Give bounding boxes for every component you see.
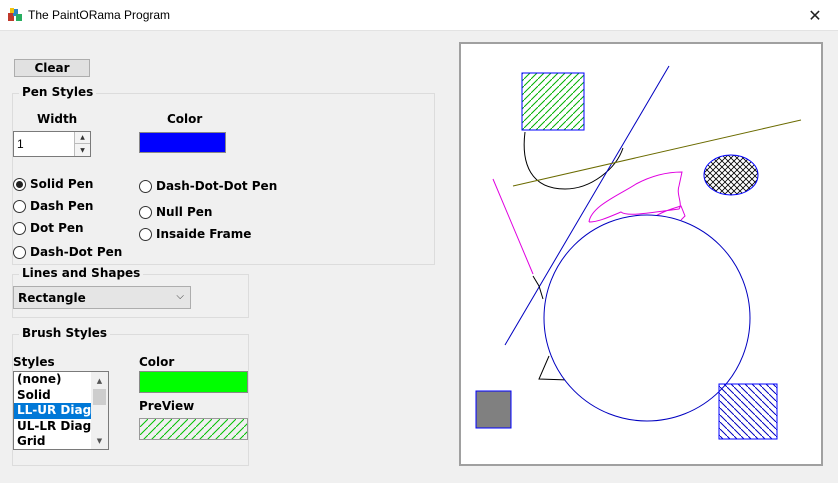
chevron-down-icon: ⌵ xyxy=(176,291,184,302)
brush-preview-pattern xyxy=(140,419,247,439)
spin-up-icon[interactable]: ▲ xyxy=(75,132,90,144)
hatched-blue-square xyxy=(718,383,778,440)
radio-label: Dash-Dot Pen xyxy=(30,245,123,259)
scroll-thumb[interactable] xyxy=(93,389,106,405)
scroll-up-icon[interactable]: ▲ xyxy=(91,372,108,389)
radio-indicator xyxy=(139,227,152,241)
pen-width-value: 1 xyxy=(17,137,24,151)
radio-indicator xyxy=(13,199,26,213)
radio-label: Insaide Frame xyxy=(156,227,252,241)
scroll-down-icon[interactable]: ▼ xyxy=(91,432,108,449)
close-icon: ✕ xyxy=(808,6,822,25)
radio-dash-pen[interactable]: Dash Pen xyxy=(13,199,93,213)
radio-label: Dot Pen xyxy=(30,221,84,235)
radio-dash-dot-pen[interactable]: Dash-Dot Pen xyxy=(13,245,122,259)
list-item[interactable]: LL-UR Diag xyxy=(14,403,91,419)
radio-label: Dash Pen xyxy=(30,199,94,213)
paint-app-icon xyxy=(8,8,22,21)
cross-hatched-ellipse xyxy=(703,154,759,196)
radio-label: Solid Pen xyxy=(30,177,94,191)
radio-indicator xyxy=(139,179,152,193)
clear-button[interactable]: Clear xyxy=(14,59,90,77)
radio-inside-frame[interactable]: Insaide Frame xyxy=(139,227,251,241)
lines-shapes-title: Lines and Shapes xyxy=(19,266,144,280)
radio-solid-pen[interactable]: Solid Pen xyxy=(13,177,93,191)
pen-color-swatch[interactable] xyxy=(139,132,226,153)
pen-width-spin-buttons: ▲ ▼ xyxy=(74,132,90,156)
canvas-drawing xyxy=(475,65,802,440)
title-bar: The PaintORama Program ✕ xyxy=(0,0,838,31)
radio-dash-dot-dot-pen[interactable]: Dash-Dot-Dot Pen xyxy=(139,179,277,193)
brush-preview-label: PreView xyxy=(139,399,195,413)
pen-styles-title: Pen Styles xyxy=(19,85,97,99)
radio-label: Null Pen xyxy=(156,205,213,219)
radio-dot-pen[interactable]: Dot Pen xyxy=(13,221,84,235)
list-scrollbar[interactable]: ▲ ▼ xyxy=(91,372,108,449)
radio-indicator xyxy=(13,245,26,259)
pen-color-label: Color xyxy=(167,112,203,126)
list-item[interactable]: (none) xyxy=(14,372,91,388)
spin-down-icon[interactable]: ▼ xyxy=(75,144,90,156)
brush-color-label: Color xyxy=(139,355,175,369)
radio-indicator xyxy=(13,177,26,191)
radio-null-pen[interactable]: Null Pen xyxy=(139,205,212,219)
list-item[interactable]: Grid xyxy=(14,434,91,449)
brush-styles-label: Styles xyxy=(13,355,55,369)
brush-preview-swatch xyxy=(139,418,248,440)
list-item[interactable]: Solid xyxy=(14,388,91,404)
shape-select[interactable]: Rectangle ⌵ xyxy=(13,286,191,309)
list-item[interactable]: UL-LR Diag xyxy=(14,419,91,435)
brush-color-swatch[interactable] xyxy=(139,371,248,393)
brush-styles-title: Brush Styles xyxy=(19,326,111,340)
window-title: The PaintORama Program xyxy=(28,8,171,22)
gray-filled-square xyxy=(475,390,512,429)
shape-select-value: Rectangle xyxy=(18,291,86,305)
radio-label: Dash-Dot-Dot Pen xyxy=(156,179,278,193)
close-button[interactable]: ✕ xyxy=(792,0,838,31)
main-client-area: Clear Pen Styles Width 1 ▲ ▼ Color Solid… xyxy=(0,31,838,483)
hatched-green-rectangle xyxy=(521,72,585,131)
brush-style-list[interactable]: (none) Solid LL-UR Diag UL-LR Diag Grid … xyxy=(13,371,109,450)
radio-indicator xyxy=(139,205,152,219)
radio-indicator xyxy=(13,221,26,235)
pen-width-stepper[interactable]: 1 ▲ ▼ xyxy=(13,131,91,157)
drawing-canvas[interactable] xyxy=(459,42,823,466)
pen-width-label: Width xyxy=(37,112,78,126)
